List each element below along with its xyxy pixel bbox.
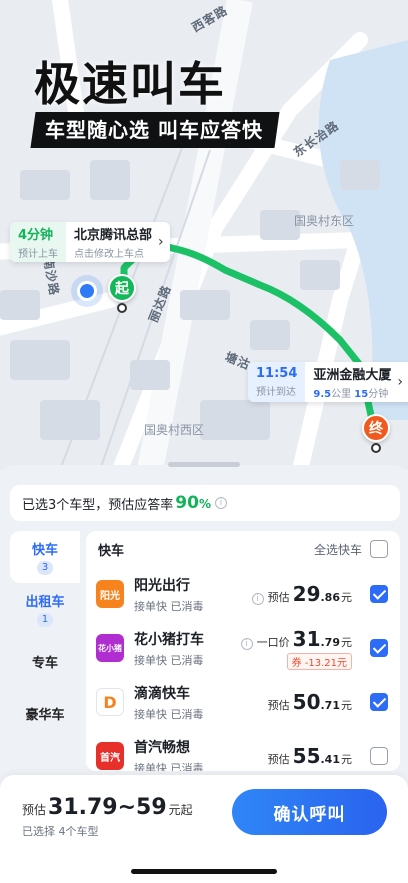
car-list: 快车 全选快车 阳光 阳光出行 接单快 已消毒 i 预估 29.86 元 花小猪 花小… bbox=[86, 531, 400, 771]
info-icon[interactable]: i bbox=[240, 637, 253, 650]
answer-rate-percent: 90% bbox=[175, 493, 211, 513]
current-location-icon bbox=[77, 281, 97, 301]
car-price: i 一口价 31.79 元 券 -13.21元 bbox=[237, 627, 352, 670]
hero-subtitle: 车型随心选 叫车应答快 bbox=[30, 112, 280, 148]
pickup-place: 北京腾讯总部 bbox=[74, 228, 153, 243]
pickup-bubble[interactable]: 4分钟 预计上车 北京腾讯总部 点击修改上车点 › bbox=[10, 222, 170, 262]
car-price: 预估 50.71 元 bbox=[267, 690, 352, 714]
car-name: 花小猪打车 bbox=[134, 631, 204, 648]
map-area-label: 国奥村西区 bbox=[144, 423, 205, 437]
coupon-badge: 券 -13.21元 bbox=[286, 652, 352, 670]
info-icon[interactable]: i bbox=[214, 497, 227, 509]
category-count-badge: 1 bbox=[37, 613, 53, 627]
car-list-title: 快车 bbox=[98, 543, 125, 559]
car-tags: 接单快 已消毒 bbox=[134, 707, 204, 721]
chevron-right-icon: › bbox=[397, 374, 404, 390]
hero-title: 极速叫车 bbox=[34, 57, 226, 111]
chevron-right-icon: › bbox=[158, 234, 164, 250]
pickup-hint: 点击修改上车点 bbox=[74, 249, 144, 260]
car-row[interactable]: 花小猪 花小猪打车 接单快 已消毒 i 一口价 31.79 元 券 -13.21元 bbox=[86, 621, 400, 675]
car-row[interactable]: 首汽 首汽畅想 接单快 已消毒 预估 55.41 元 bbox=[86, 729, 400, 771]
car-row[interactable]: 阳光 阳光出行 接单快 已消毒 i 预估 29.86 元 bbox=[86, 567, 400, 621]
car-price: 预估 55.41 元 bbox=[267, 744, 352, 768]
select-all-checkbox[interactable] bbox=[370, 540, 388, 558]
order-footer: 预估 31.79~59 元起 已选择 4个车型 确认呼叫 bbox=[0, 775, 408, 883]
car-checkbox[interactable] bbox=[370, 585, 388, 603]
car-tags: 接单快 已消毒 bbox=[134, 599, 204, 613]
pickup-eta: 4分钟 bbox=[18, 228, 54, 243]
category-count-badge: 3 bbox=[37, 561, 53, 575]
map-area-label: 国奥村东区 bbox=[294, 214, 355, 228]
car-checkbox[interactable] bbox=[370, 693, 388, 711]
dropoff-time: 11:54 bbox=[256, 366, 298, 381]
car-checkbox[interactable] bbox=[370, 639, 388, 657]
select-all-toggle[interactable]: 全选快车 bbox=[314, 540, 388, 558]
huaxiaozhu-logo-icon: 花小猪 bbox=[96, 634, 124, 662]
car-list-header: 快车 全选快车 bbox=[86, 531, 400, 567]
answer-rate-bar: 已选3个车型，预估应答率 90% i bbox=[10, 485, 400, 521]
map-view[interactable]: 国奥村东区 国奥村西区 东长治路 西客路 南沙路 丽达路 塘沽 极速叫车 车型随… bbox=[0, 0, 408, 470]
category-premier[interactable]: 专车 bbox=[10, 635, 80, 687]
car-price: i 预估 29.86 元 bbox=[248, 582, 352, 606]
dropoff-bubble[interactable]: 11:54 预计到达 亚洲金融大厦 9.5公里 15分钟 › bbox=[248, 362, 408, 402]
selected-count-text: 已选择 4个车型 bbox=[22, 825, 99, 838]
car-tags: 接单快 已消毒 bbox=[134, 653, 204, 667]
pickup-eta-label: 预计上车 bbox=[18, 249, 58, 260]
didi-logo-icon: D bbox=[96, 688, 124, 716]
dropoff-time-label: 预计到达 bbox=[256, 387, 296, 398]
dropoff-distance: 9.5公里 15分钟 bbox=[313, 389, 389, 400]
category-luxury[interactable]: 豪华车 bbox=[10, 687, 80, 739]
car-name: 滴滴快车 bbox=[134, 685, 190, 702]
end-pin-base bbox=[371, 443, 381, 453]
home-indicator bbox=[131, 869, 277, 874]
start-pin-base bbox=[117, 303, 127, 313]
shouqi-logo-icon: 首汽 bbox=[96, 742, 124, 770]
info-icon[interactable]: i bbox=[251, 593, 264, 605]
yangguang-logo-icon: 阳光 bbox=[96, 580, 124, 608]
category-kuaiche[interactable]: 快车 3 bbox=[10, 531, 80, 583]
total-price-range: 预估 31.79~59 元起 bbox=[22, 795, 193, 820]
dropoff-place: 亚洲金融大厦 bbox=[313, 368, 392, 383]
confirm-call-button[interactable]: 确认呼叫 bbox=[232, 789, 387, 835]
car-name: 阳光出行 bbox=[134, 577, 190, 594]
car-name: 首汽畅想 bbox=[134, 739, 190, 756]
car-checkbox[interactable] bbox=[370, 747, 388, 765]
car-tags: 接单快 已消毒 bbox=[134, 761, 204, 772]
category-taxi[interactable]: 出租车 1 bbox=[10, 583, 80, 635]
start-pin-icon: 起 bbox=[108, 274, 136, 302]
end-pin-icon: 终 bbox=[362, 414, 390, 442]
drag-handle[interactable] bbox=[168, 462, 240, 467]
answer-rate-text: 已选3个车型，预估应答率 bbox=[22, 497, 174, 513]
car-row[interactable]: D 滴滴快车 接单快 已消毒 预估 50.71 元 bbox=[86, 675, 400, 729]
category-sidebar: 快车 3 出租车 1 专车 豪华车 bbox=[10, 531, 80, 739]
